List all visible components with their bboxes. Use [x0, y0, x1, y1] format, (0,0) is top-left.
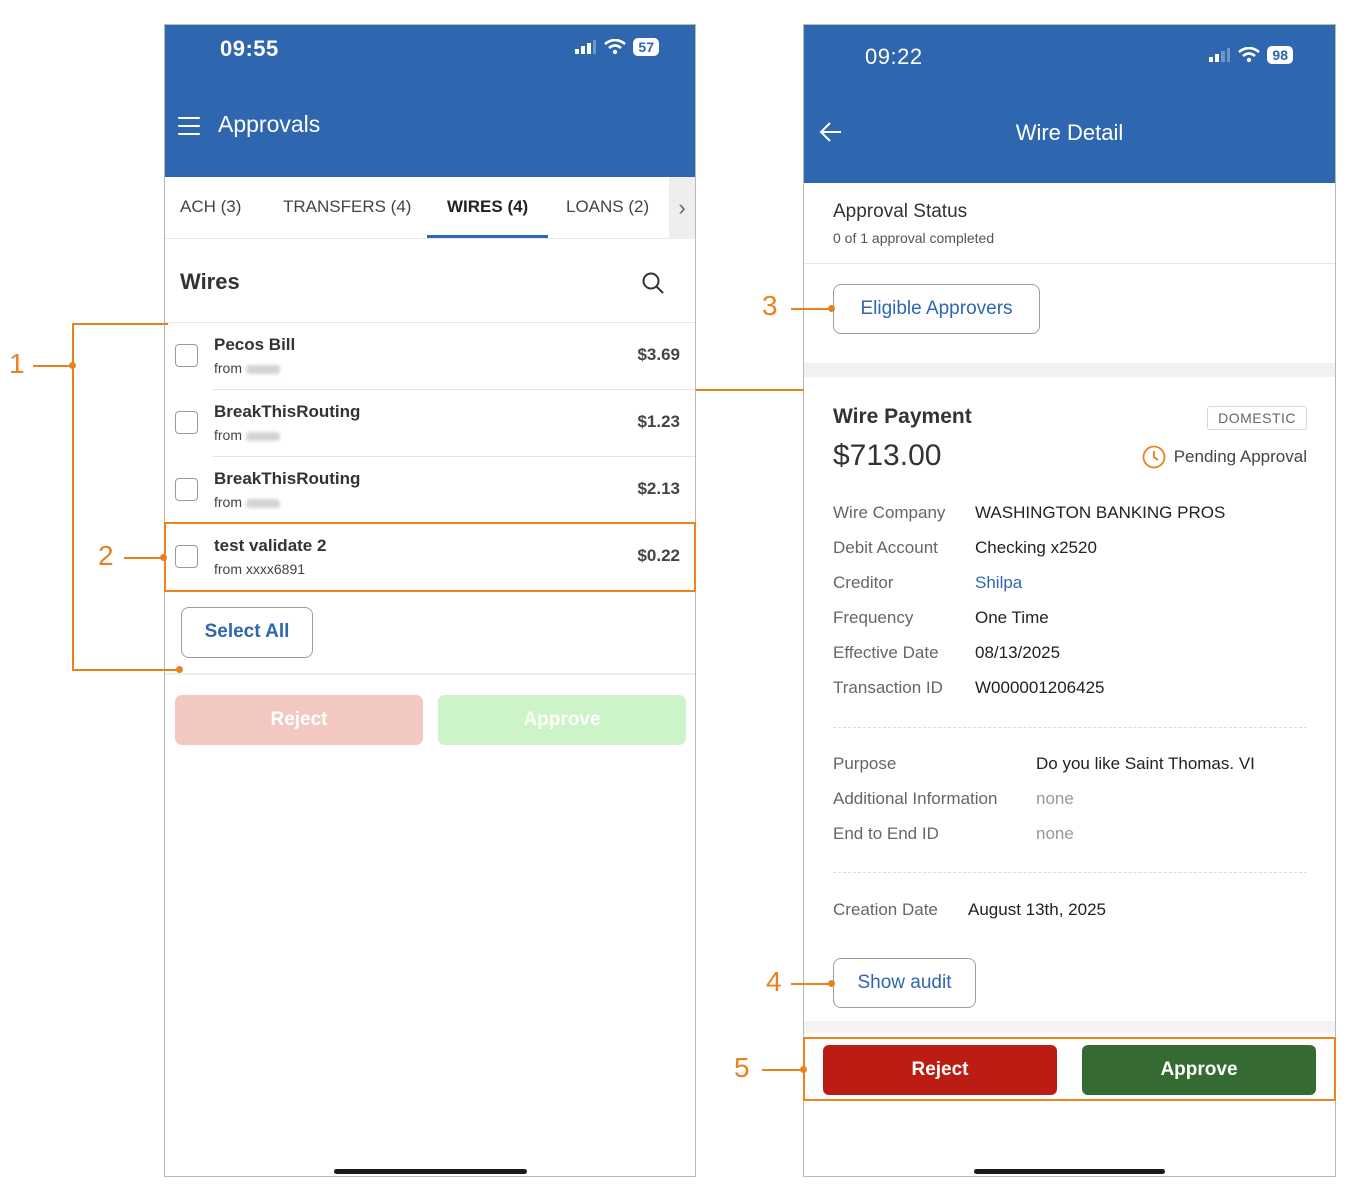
highlight-box [803, 1037, 1336, 1101]
wire-amount: $713.00 [833, 439, 942, 472]
wire-name: Pecos Bill [214, 335, 296, 354]
approvals-screen: 09:55 57 Approvals ACH (3) TRANSFERS (4)… [164, 24, 696, 1177]
divider [165, 673, 695, 675]
select-checkbox[interactable] [175, 344, 198, 367]
tab-transfers[interactable]: TRANSFERS (4) [283, 197, 411, 217]
approval-progress: 0 of 1 approval completed [833, 230, 995, 246]
callout-dot [176, 666, 183, 673]
wifi-icon [604, 39, 627, 55]
home-indicator [334, 1169, 527, 1174]
reject-button[interactable]: Reject [175, 695, 423, 745]
callout-dot [828, 305, 835, 312]
callout-number-4: 4 [766, 966, 782, 997]
callout-number-1: 1 [9, 348, 25, 379]
select-all-button[interactable]: Select All [181, 607, 313, 658]
wire-list-item[interactable]: BreakThisRouting from $1.23 [165, 390, 695, 457]
search-icon[interactable] [641, 271, 665, 295]
approve-button[interactable]: Approve [438, 695, 686, 745]
callout-bracket [72, 323, 74, 671]
redacted-account [246, 431, 280, 441]
page-title: Wire Detail [1015, 120, 1124, 145]
callout-dot [828, 980, 835, 987]
signal-icon [1209, 48, 1231, 62]
eligible-approvers-button[interactable]: Eligible Approvers [833, 284, 1040, 334]
select-checkbox[interactable] [175, 411, 198, 434]
callout-bracket-bottom [72, 669, 180, 671]
callout-leader [33, 365, 73, 367]
creditor-link[interactable]: Shilpa [975, 573, 1022, 593]
tab-bar: ACH (3) TRANSFERS (4) WIRES (4) LOANS (2… [165, 177, 695, 239]
tab-wires[interactable]: WIRES (4) [447, 197, 528, 217]
wifi-icon [1238, 47, 1261, 63]
app-header: 09:22 98 Wire Detail [804, 25, 1335, 183]
list-header: Wires [165, 245, 695, 323]
wire-amount: $1.23 [637, 412, 680, 431]
connector-line [696, 389, 804, 391]
wire-detail-screen: 09:22 98 Wire Detail Approval Status 0 o… [803, 24, 1336, 1177]
redacted-account [246, 364, 280, 374]
callout-bracket-top [72, 323, 168, 325]
status-badge: DOMESTIC [1207, 406, 1307, 430]
pending-status: Pending Approval [1142, 445, 1307, 469]
wire-source: from [214, 494, 280, 510]
signal-icon [575, 40, 597, 54]
callout-number-2: 2 [98, 540, 114, 571]
callout-number-3: 3 [762, 290, 778, 321]
wire-amount: $3.69 [637, 345, 680, 364]
show-audit-button[interactable]: Show audit [833, 958, 976, 1008]
app-header: 09:55 57 Approvals [165, 25, 695, 177]
wire-list-item[interactable]: Pecos Bill from $3.69 [165, 323, 695, 390]
status-time: 09:22 [865, 44, 923, 69]
wire-amount: $2.13 [637, 479, 680, 498]
active-tab-indicator [427, 235, 548, 238]
wire-source: from [214, 427, 280, 443]
tab-ach[interactable]: ACH (3) [180, 197, 241, 217]
home-indicator [974, 1169, 1165, 1174]
battery-icon: 57 [633, 38, 659, 56]
approval-status-section: Approval Status 0 of 1 approval complete… [804, 183, 1335, 363]
wire-type: Wire Payment [833, 405, 972, 428]
callout-leader [791, 983, 833, 985]
status-time: 09:55 [220, 36, 279, 61]
wire-source: from [214, 360, 280, 376]
status-icons: 57 [575, 38, 659, 56]
tab-loans[interactable]: LOANS (2) [566, 197, 649, 217]
battery-icon: 98 [1267, 46, 1293, 64]
menu-icon[interactable] [178, 117, 200, 135]
wire-name: BreakThisRouting [214, 402, 361, 421]
highlight-box [164, 522, 696, 592]
status-icons: 98 [1209, 46, 1293, 64]
approval-status-title: Approval Status [833, 201, 968, 222]
wire-name: BreakThisRouting [214, 469, 361, 488]
select-checkbox[interactable] [175, 478, 198, 501]
list-title: Wires [180, 269, 240, 294]
clock-icon [1142, 445, 1166, 469]
redacted-account [246, 498, 280, 508]
callout-leader [791, 308, 833, 310]
chevron-right-icon[interactable]: › [669, 177, 695, 239]
page-title: Approvals [218, 111, 321, 137]
wire-list-item[interactable]: BreakThisRouting from $2.13 [165, 457, 695, 524]
callout-number-5: 5 [734, 1052, 750, 1083]
